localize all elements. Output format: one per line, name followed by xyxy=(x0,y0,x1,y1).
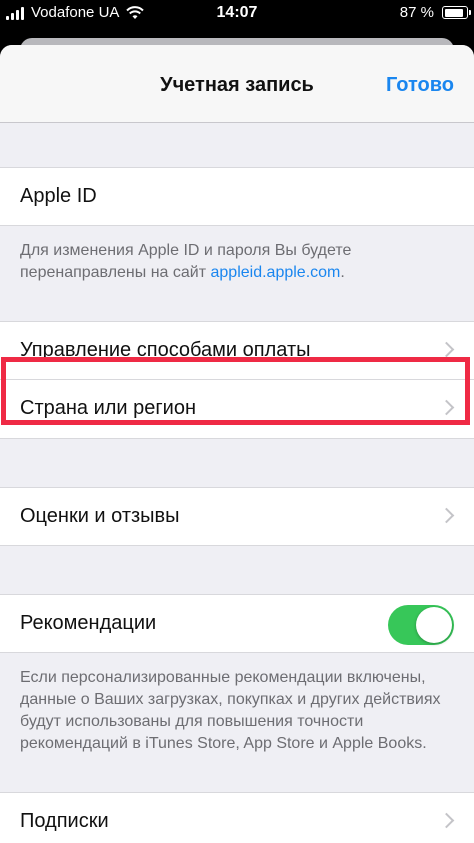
toggle-knob xyxy=(416,607,452,643)
apple-id-link[interactable]: appleid.apple.com xyxy=(211,264,341,281)
apple-id-label: Apple ID xyxy=(20,185,97,207)
battery-percent: 87 % xyxy=(399,4,434,21)
status-bar: Vodafone UA 14:07 87 % xyxy=(0,0,474,30)
recommendations-footer: Если персонализированные рекомендации вк… xyxy=(20,669,441,752)
battery-fill xyxy=(444,8,463,17)
chevron-right-icon xyxy=(438,507,455,524)
battery-icon xyxy=(442,6,471,19)
highlight-frame xyxy=(1,357,470,425)
ratings-reviews-label: Оценки и отзывы xyxy=(20,505,180,527)
recommendations-cell: Рекомендации xyxy=(0,594,474,653)
subscriptions-label: Подписки xyxy=(20,810,109,832)
apple-id-footer: Для изменения Apple ID и пароля Вы будет… xyxy=(0,226,474,284)
apple-id-cell[interactable]: Apple ID xyxy=(0,167,474,226)
status-right: 87 % xyxy=(399,4,471,21)
recommendations-toggle[interactable] xyxy=(388,605,454,645)
chevron-right-icon xyxy=(438,341,455,358)
recommendations-label: Рекомендации xyxy=(20,612,157,634)
done-button[interactable]: Готово xyxy=(386,74,454,97)
ratings-reviews-cell[interactable]: Оценки и отзывы xyxy=(0,487,474,546)
subscriptions-cell[interactable]: Подписки xyxy=(0,792,474,843)
navigation-bar: Учетная запись Готово xyxy=(0,45,474,123)
chevron-right-icon xyxy=(438,812,455,829)
apple-id-footer-end: . xyxy=(340,264,345,281)
account-sheet: Учетная запись Готово Apple ID Для измен… xyxy=(0,45,474,843)
